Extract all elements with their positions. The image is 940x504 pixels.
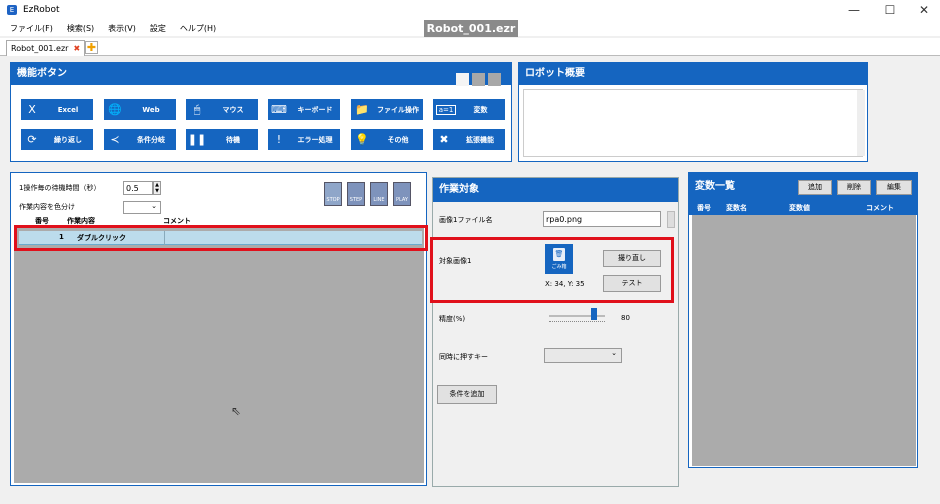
- var-col-comment: コメント: [866, 204, 894, 212]
- line-button[interactable]: LINE: [370, 182, 388, 206]
- script-panel: 1操作毎の待機時間（秒） ▲▼ 作業内容を色分け ⌄ STOP STEP LIN…: [10, 172, 428, 486]
- menu-file[interactable]: ファイル(F): [10, 23, 53, 34]
- color-code-label: 作業内容を色分け: [19, 203, 75, 211]
- tab-label: Robot_001.ezr: [11, 44, 69, 53]
- image-file-input[interactable]: [543, 211, 661, 227]
- menu-search[interactable]: 検索(S): [67, 23, 94, 34]
- alert-icon: !: [276, 133, 282, 146]
- wait-time-spinner[interactable]: ▲ ▼: [153, 181, 161, 195]
- menu-settings[interactable]: 設定: [150, 23, 166, 34]
- image-file-scroll[interactable]: [667, 211, 675, 228]
- variables-list[interactable]: [692, 215, 916, 466]
- var-col-value: 変数値: [789, 204, 810, 212]
- file-operation-button[interactable]: 📁 ファイル操作: [351, 99, 423, 120]
- add-condition-button[interactable]: 条件を追加: [437, 385, 497, 404]
- work-target-panel: 作業対象 画像1ファイル名 対象画像1 🗑 ごみ箱 X: 34, Y: 35 撮…: [430, 177, 679, 487]
- robot-summary-title: ロボット概要: [519, 63, 867, 85]
- robot-summary-panel: ロボット概要: [518, 62, 868, 162]
- robot-summary-textarea[interactable]: [523, 89, 863, 157]
- menu-view[interactable]: 表示(V): [108, 23, 136, 34]
- precision-slider-ticks: [549, 321, 605, 322]
- lightbulb-icon: 💡: [355, 133, 369, 146]
- minimize-button[interactable]: —: [836, 0, 872, 20]
- highlight-box-target-image: [430, 237, 674, 303]
- error-handling-button[interactable]: ! エラー処理: [268, 129, 340, 150]
- function-panel-title: 機能ボタン: [11, 63, 511, 85]
- var-col-name: 変数名: [726, 204, 747, 212]
- tab-bar: [0, 38, 940, 56]
- extension-button[interactable]: ✖ 拡張機能: [433, 129, 505, 150]
- file-name-chip: Robot_001.ezr: [424, 20, 518, 37]
- variable-icon: a=1: [436, 104, 456, 115]
- folder-icon: 📁: [355, 103, 369, 116]
- wait-time-input[interactable]: [123, 181, 153, 195]
- var-col-number: 番号: [697, 204, 711, 212]
- menu-help[interactable]: ヘルプ(H): [180, 23, 216, 34]
- tab-robot-001[interactable]: Robot_001.ezr ✖: [6, 40, 86, 56]
- pause-icon: ❚❚: [187, 133, 207, 146]
- precision-value: 80: [621, 314, 630, 322]
- web-button[interactable]: 🌐 Web: [104, 99, 176, 120]
- tools-icon: ✖: [439, 133, 449, 146]
- branch-button[interactable]: ≺ 条件分岐: [104, 129, 176, 150]
- work-target-title: 作業対象: [433, 178, 678, 202]
- highlight-box-row: [14, 225, 428, 251]
- other-button[interactable]: 💡 その他: [351, 129, 423, 150]
- edit-variable-button[interactable]: 編集: [876, 180, 912, 195]
- chevron-down-icon: ⌄: [611, 349, 617, 357]
- excel-icon: X: [28, 103, 36, 116]
- color-code-select[interactable]: ⌄: [123, 201, 161, 214]
- stop-button[interactable]: STOP: [324, 182, 342, 206]
- keyboard-button[interactable]: ⌨ キーボード: [268, 99, 340, 120]
- variables-header-row: 番号 変数名 変数値 コメント: [689, 201, 917, 215]
- mouse-button[interactable]: 🖱 マウス: [186, 99, 258, 120]
- branch-icon: ≺: [110, 133, 120, 146]
- image-file-label: 画像1ファイル名: [439, 216, 493, 224]
- add-variable-button[interactable]: 追加: [798, 180, 832, 195]
- maximize-button[interactable]: ☐: [872, 0, 908, 20]
- summary-scrollbar[interactable]: [857, 90, 865, 156]
- chevron-down-icon: ⌄: [151, 202, 157, 210]
- script-list[interactable]: [14, 228, 424, 483]
- keyboard-icon: ⌨: [271, 103, 287, 116]
- globe-icon: 🌐: [108, 103, 122, 116]
- hotkey-label: 同時に押すキー: [439, 353, 488, 361]
- step-button[interactable]: STEP: [347, 182, 365, 206]
- function-panel: 機能ボタン X Excel 🌐 Web 🖱 マウス ⌨ キーボード 📁 ファイル操作 a=…: [10, 62, 512, 162]
- loop-button[interactable]: ⟳ 繰り返し: [21, 129, 93, 150]
- app-title: EzRobot: [23, 5, 60, 15]
- close-button[interactable]: ✕: [906, 0, 940, 20]
- app-icon: E: [7, 5, 17, 15]
- variables-panel: 変数一覧 追加 削除 編集 番号 変数名 変数値 コメント: [688, 172, 918, 468]
- wait-time-label: 1操作毎の待機時間（秒）: [19, 184, 101, 192]
- layout-square-icon[interactable]: [488, 73, 501, 86]
- layout-square-icon[interactable]: [456, 73, 469, 86]
- add-tab-icon[interactable]: ✚: [85, 41, 98, 54]
- excel-button[interactable]: X Excel: [21, 99, 93, 120]
- title-bar: E EzRobot — ☐ ✕: [0, 0, 940, 20]
- refresh-icon: ⟳: [27, 133, 37, 146]
- precision-slider-thumb[interactable]: [590, 308, 597, 320]
- wait-button[interactable]: ❚❚ 待機: [186, 129, 258, 150]
- precision-label: 精度(%): [439, 315, 466, 323]
- hotkey-select[interactable]: ⌄: [544, 348, 622, 363]
- mouse-cursor-icon: ⇖: [231, 404, 242, 418]
- play-button[interactable]: PLAY: [393, 182, 411, 206]
- variable-button[interactable]: a=1 変数: [433, 99, 505, 120]
- tab-close-icon[interactable]: ✖: [73, 44, 80, 53]
- delete-variable-button[interactable]: 削除: [837, 180, 871, 195]
- mouse-icon: 🖱: [193, 102, 201, 116]
- layout-square-icon[interactable]: [472, 73, 485, 86]
